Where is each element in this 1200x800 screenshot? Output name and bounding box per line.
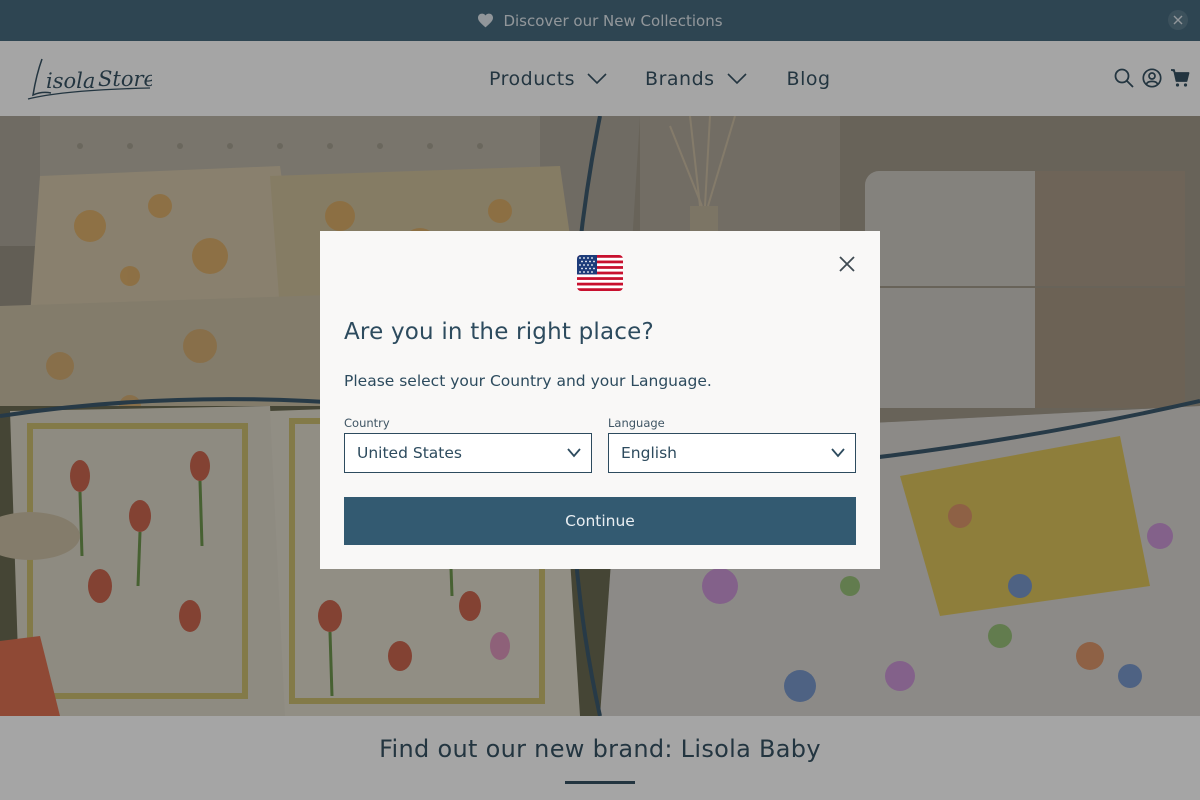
- language-select[interactable]: English: [608, 433, 856, 473]
- chevron-down-icon: [831, 448, 845, 458]
- country-select-value: United States: [357, 444, 462, 462]
- modal-subtitle: Please select your Country and your Lang…: [344, 372, 712, 390]
- language-select-value: English: [621, 444, 677, 462]
- country-select[interactable]: United States: [344, 433, 592, 473]
- chevron-down-icon: [567, 448, 581, 458]
- country-selector-modal: Are you in the right place? Please selec…: [320, 231, 880, 569]
- continue-button[interactable]: Continue: [344, 497, 856, 545]
- us-flag-icon: [577, 255, 623, 291]
- language-label: Language: [608, 416, 665, 430]
- modal-close-icon[interactable]: [838, 255, 856, 273]
- country-label: Country: [344, 416, 390, 430]
- modal-title: Are you in the right place?: [344, 319, 654, 345]
